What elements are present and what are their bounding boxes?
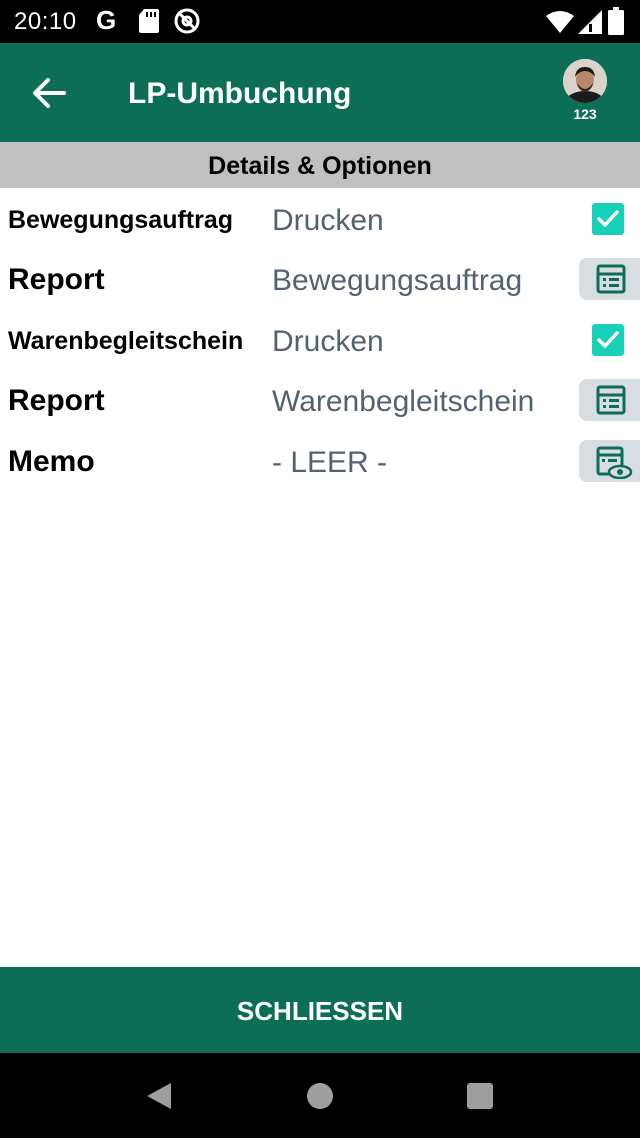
row-value: Drucken <box>272 204 384 237</box>
memo-view-icon <box>596 446 633 479</box>
check-icon <box>597 331 619 348</box>
app-bar: LP-Umbuchung 123 <box>0 43 640 142</box>
wifi-icon <box>546 10 574 36</box>
print-checkbox[interactable] <box>592 203 624 235</box>
row-label: Warenbegleitschein <box>8 327 244 355</box>
arrow-left-icon <box>33 78 66 108</box>
status-bar: 20:10 G <box>0 0 640 43</box>
row-label: Memo <box>8 445 95 478</box>
option-row-memo: Memo - LEER - <box>0 432 640 492</box>
nav-back-icon[interactable] <box>145 1081 173 1111</box>
at-sign-icon <box>174 8 200 34</box>
option-row-bewegungsauftrag: Bewegungsauftrag Drucken <box>0 190 640 250</box>
list-icon <box>596 385 626 415</box>
page-title: LP-Umbuchung <box>128 77 352 110</box>
option-row-warenbegleitschein: Warenbegleitschein Drucken <box>0 311 640 371</box>
row-label: Report <box>8 263 105 296</box>
print-checkbox[interactable] <box>592 324 624 356</box>
sd-card-icon <box>138 8 164 34</box>
avatar-badge: 123 <box>573 106 597 122</box>
memo-view-button[interactable] <box>579 440 640 482</box>
option-row-report-bewegungsauftrag: Report Bewegungsauftrag <box>0 250 640 310</box>
report-select-button[interactable] <box>579 258 640 300</box>
nav-home-icon[interactable] <box>307 1083 333 1109</box>
row-value: Warenbegleitschein <box>272 385 535 418</box>
section-header: Details & Optionen <box>0 142 640 188</box>
row-label: Bewegungsauftrag <box>8 206 234 234</box>
system-nav-bar <box>0 1053 640 1138</box>
row-value: Drucken <box>272 325 384 358</box>
signal-icon <box>578 10 604 36</box>
battery-icon <box>608 7 624 35</box>
row-label: Report <box>8 384 105 417</box>
row-value: Bewegungsauftrag <box>272 264 523 297</box>
option-row-report-warenbegleitschein: Report Warenbegleitschein <box>0 371 640 431</box>
row-value: - LEER - <box>272 446 388 479</box>
check-icon <box>597 210 619 227</box>
close-button[interactable]: SCHLIESSEN <box>0 967 640 1053</box>
nav-recents-icon[interactable] <box>467 1083 493 1109</box>
back-button[interactable] <box>24 71 76 115</box>
google-icon: G <box>96 5 117 35</box>
avatar[interactable] <box>563 59 607 103</box>
status-time: 20:10 <box>14 8 77 35</box>
report-select-button[interactable] <box>579 379 640 421</box>
list-icon <box>596 264 626 294</box>
